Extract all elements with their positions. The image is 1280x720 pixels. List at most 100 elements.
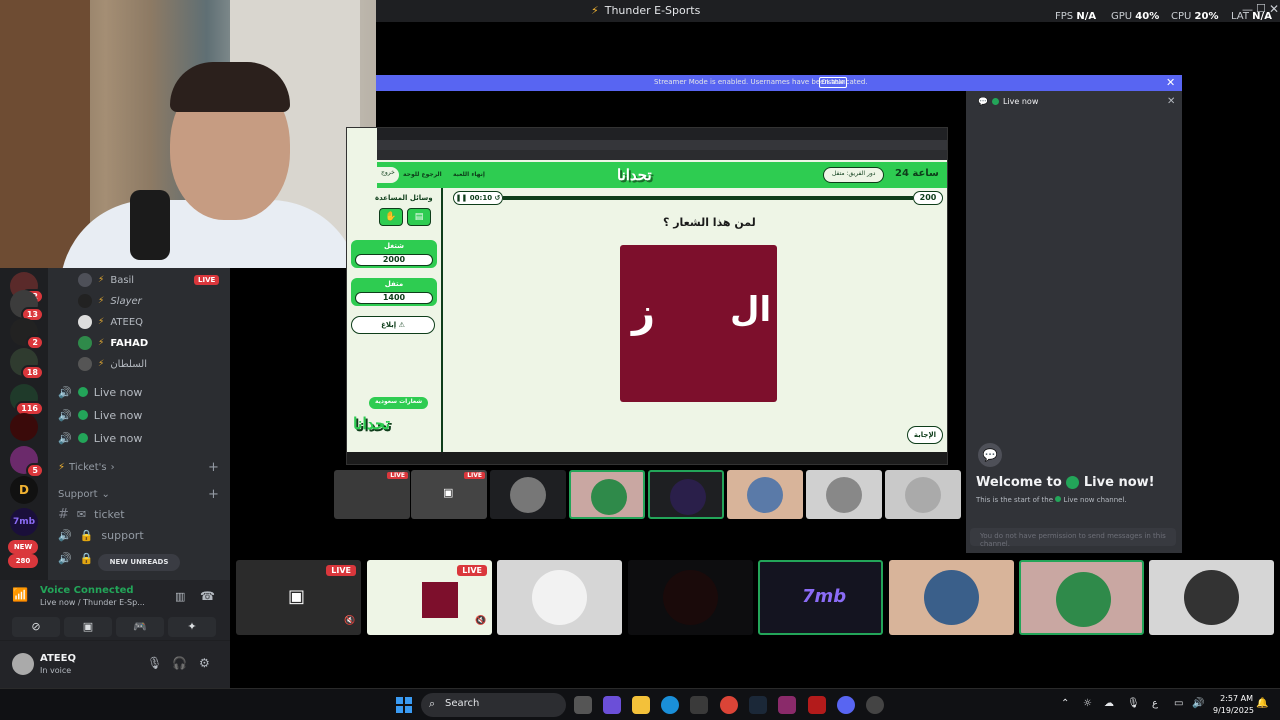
add-channel-button[interactable]: + <box>208 487 219 502</box>
channel-hidden[interactable]: 🔊 🔒 <box>58 552 93 565</box>
channel-ticket[interactable]: # ✉ ticket <box>58 507 125 522</box>
server-icon[interactable]: 13 <box>10 290 44 322</box>
server-icon[interactable] <box>10 413 38 441</box>
voice-member[interactable]: ⚡ ATEEQ <box>78 313 143 331</box>
server-icon[interactable]: 2 <box>10 318 44 350</box>
windows-start-button[interactable] <box>396 697 412 713</box>
voice-member[interactable]: ⚡ السلطان <box>78 355 147 373</box>
exit-button[interactable]: خروج <box>377 167 399 183</box>
server-icon[interactable]: 18 <box>10 348 44 380</box>
participant-tile[interactable] <box>1019 560 1144 635</box>
chevron-up-icon[interactable]: ⌃ <box>1061 698 1069 709</box>
voice-channel-live-now[interactable]: 🔊 Live now <box>58 405 142 425</box>
next-app-icon[interactable] <box>778 696 796 714</box>
file-explorer-icon[interactable] <box>632 696 650 714</box>
soundboard-button[interactable]: ✦ <box>168 617 216 637</box>
participant-tile[interactable] <box>889 560 1014 635</box>
disable-streamer-mode-button[interactable]: Disable <box>819 77 847 88</box>
stream-tile[interactable]: LIVE 🔇 <box>367 560 492 635</box>
chrome-icon[interactable] <box>720 696 738 714</box>
minimize-button[interactable]: — <box>1242 3 1253 16</box>
microphone-icon[interactable]: 🎙 <box>147 656 162 670</box>
discord-icon[interactable] <box>837 696 855 714</box>
channel-support[interactable]: 🔊 🔒 support <box>58 529 144 542</box>
maximize-button[interactable]: ☐ <box>1256 2 1266 15</box>
edge-icon[interactable] <box>661 696 679 714</box>
participant-tile[interactable]: 7mb <box>758 560 883 635</box>
participant-tile[interactable] <box>727 470 803 519</box>
green-dot-icon <box>991 98 999 105</box>
steam-icon[interactable] <box>749 696 767 714</box>
add-channel-button[interactable]: + <box>208 460 219 475</box>
server-icon[interactable]: D <box>10 476 38 504</box>
participant-tile[interactable] <box>1149 560 1274 635</box>
disconnect-icon[interactable]: ☎ <box>200 589 215 603</box>
avatar <box>1184 570 1239 625</box>
voice-member[interactable]: ⚡ Basil <box>78 271 134 289</box>
new-unreads-button[interactable]: NEW UNREADS <box>98 554 180 571</box>
participant-tile[interactable] <box>490 470 566 519</box>
volume-icon[interactable]: 🔊 <box>1192 698 1204 709</box>
message-input-disabled[interactable]: You do not have permission to send messa… <box>970 528 1176 548</box>
answer-button[interactable]: الإجابة <box>907 426 943 444</box>
settings-gear-icon[interactable]: ⚙ <box>199 656 210 670</box>
voice-channel-live-now[interactable]: 🔊 Live now <box>58 382 142 402</box>
green-dot-icon <box>77 387 88 397</box>
network-icon[interactable]: ▭ <box>1174 698 1183 709</box>
speaker-icon: 🔊 <box>58 552 72 565</box>
close-icon[interactable]: ✕ <box>1166 76 1175 89</box>
back-to-board-link[interactable]: الرجوع للوحة <box>403 171 442 178</box>
hand-icon[interactable]: ✋ <box>379 208 403 226</box>
server-icon[interactable]: 5 <box>10 446 44 478</box>
game-header: خروج الرجوع للوحة إنهاء اللعبة تحدانا دو… <box>377 162 947 188</box>
video-editor-icon[interactable] <box>808 696 826 714</box>
participant-tile[interactable]: LIVE <box>334 470 410 519</box>
brightness-icon[interactable]: ☼ <box>1083 698 1092 709</box>
notification-icon[interactable]: 🔔 <box>1256 698 1268 709</box>
noise-suppression-icon[interactable]: ▥ <box>175 590 185 603</box>
category-tickets[interactable]: ⚡ Ticket's › <box>58 462 115 473</box>
category-support[interactable]: Support ⌄ <box>58 489 110 500</box>
store-icon[interactable] <box>690 696 708 714</box>
browser-address-bar <box>377 140 947 150</box>
server-icon[interactable]: 116 <box>10 384 44 416</box>
live-badge: LIVE <box>194 275 220 285</box>
timer[interactable]: ❚❚ 00:10 ↺ <box>453 191 503 205</box>
headphones-icon[interactable]: 🎧 <box>172 656 187 670</box>
green-dot-icon <box>1066 476 1080 489</box>
taskbar-search[interactable]: ⌕ Search <box>421 693 566 717</box>
end-game-link[interactable]: إنهاء اللعبة <box>453 171 485 178</box>
mute-icon[interactable]: 🔇 <box>344 616 355 626</box>
stream-tile[interactable]: LIVE ▣ 🔇 <box>236 560 361 635</box>
activity-button[interactable]: 🎮 <box>116 617 164 637</box>
cloud-icon[interactable]: ☁ <box>1104 698 1114 709</box>
close-button[interactable]: ✕ <box>1269 2 1279 16</box>
participant-tile[interactable] <box>497 560 622 635</box>
voice-member[interactable]: ⚡ FAHAD <box>78 334 148 352</box>
language-indicator[interactable]: ع <box>1152 698 1158 709</box>
avatar[interactable] <box>12 653 34 675</box>
participant-tile[interactable] <box>648 470 724 519</box>
copilot-icon[interactable] <box>603 696 621 714</box>
shared-screen-stream[interactable]: خروج الرجوع للوحة إنهاء اللعبة تحدانا دو… <box>346 127 948 465</box>
search-icon: ⌕ <box>429 697 436 710</box>
report-button[interactable]: إبلاغ ⚠ <box>351 316 435 334</box>
voice-member[interactable]: ⚡ Slayer <box>78 292 142 310</box>
double-answer-icon[interactable]: ▤ <box>407 208 431 226</box>
microphone-icon[interactable]: 🎙 <box>1127 698 1140 709</box>
mute-icon[interactable]: 🔇 <box>475 616 486 626</box>
server-icon[interactable]: 7mb <box>10 508 38 536</box>
participant-tile[interactable] <box>569 470 645 519</box>
participant-tile[interactable]: LIVE ▣ <box>411 470 487 519</box>
participant-tile[interactable] <box>806 470 882 519</box>
camera-button[interactable]: ⊘ <box>12 617 60 637</box>
participant-tile[interactable] <box>885 470 961 519</box>
task-view-icon[interactable] <box>574 696 592 714</box>
voice-channel-live-now[interactable]: 🔊 Live now <box>58 428 142 448</box>
system-clock[interactable]: 2:57 AM 9/19/2025 <box>1213 693 1254 717</box>
app-icon[interactable] <box>866 696 884 714</box>
help-aids-title: وسائل المساعدة <box>375 194 433 202</box>
close-icon[interactable]: ✕ <box>1167 96 1175 107</box>
participant-tile[interactable] <box>628 560 753 635</box>
screen-share-button[interactable]: ▣ <box>64 617 112 637</box>
